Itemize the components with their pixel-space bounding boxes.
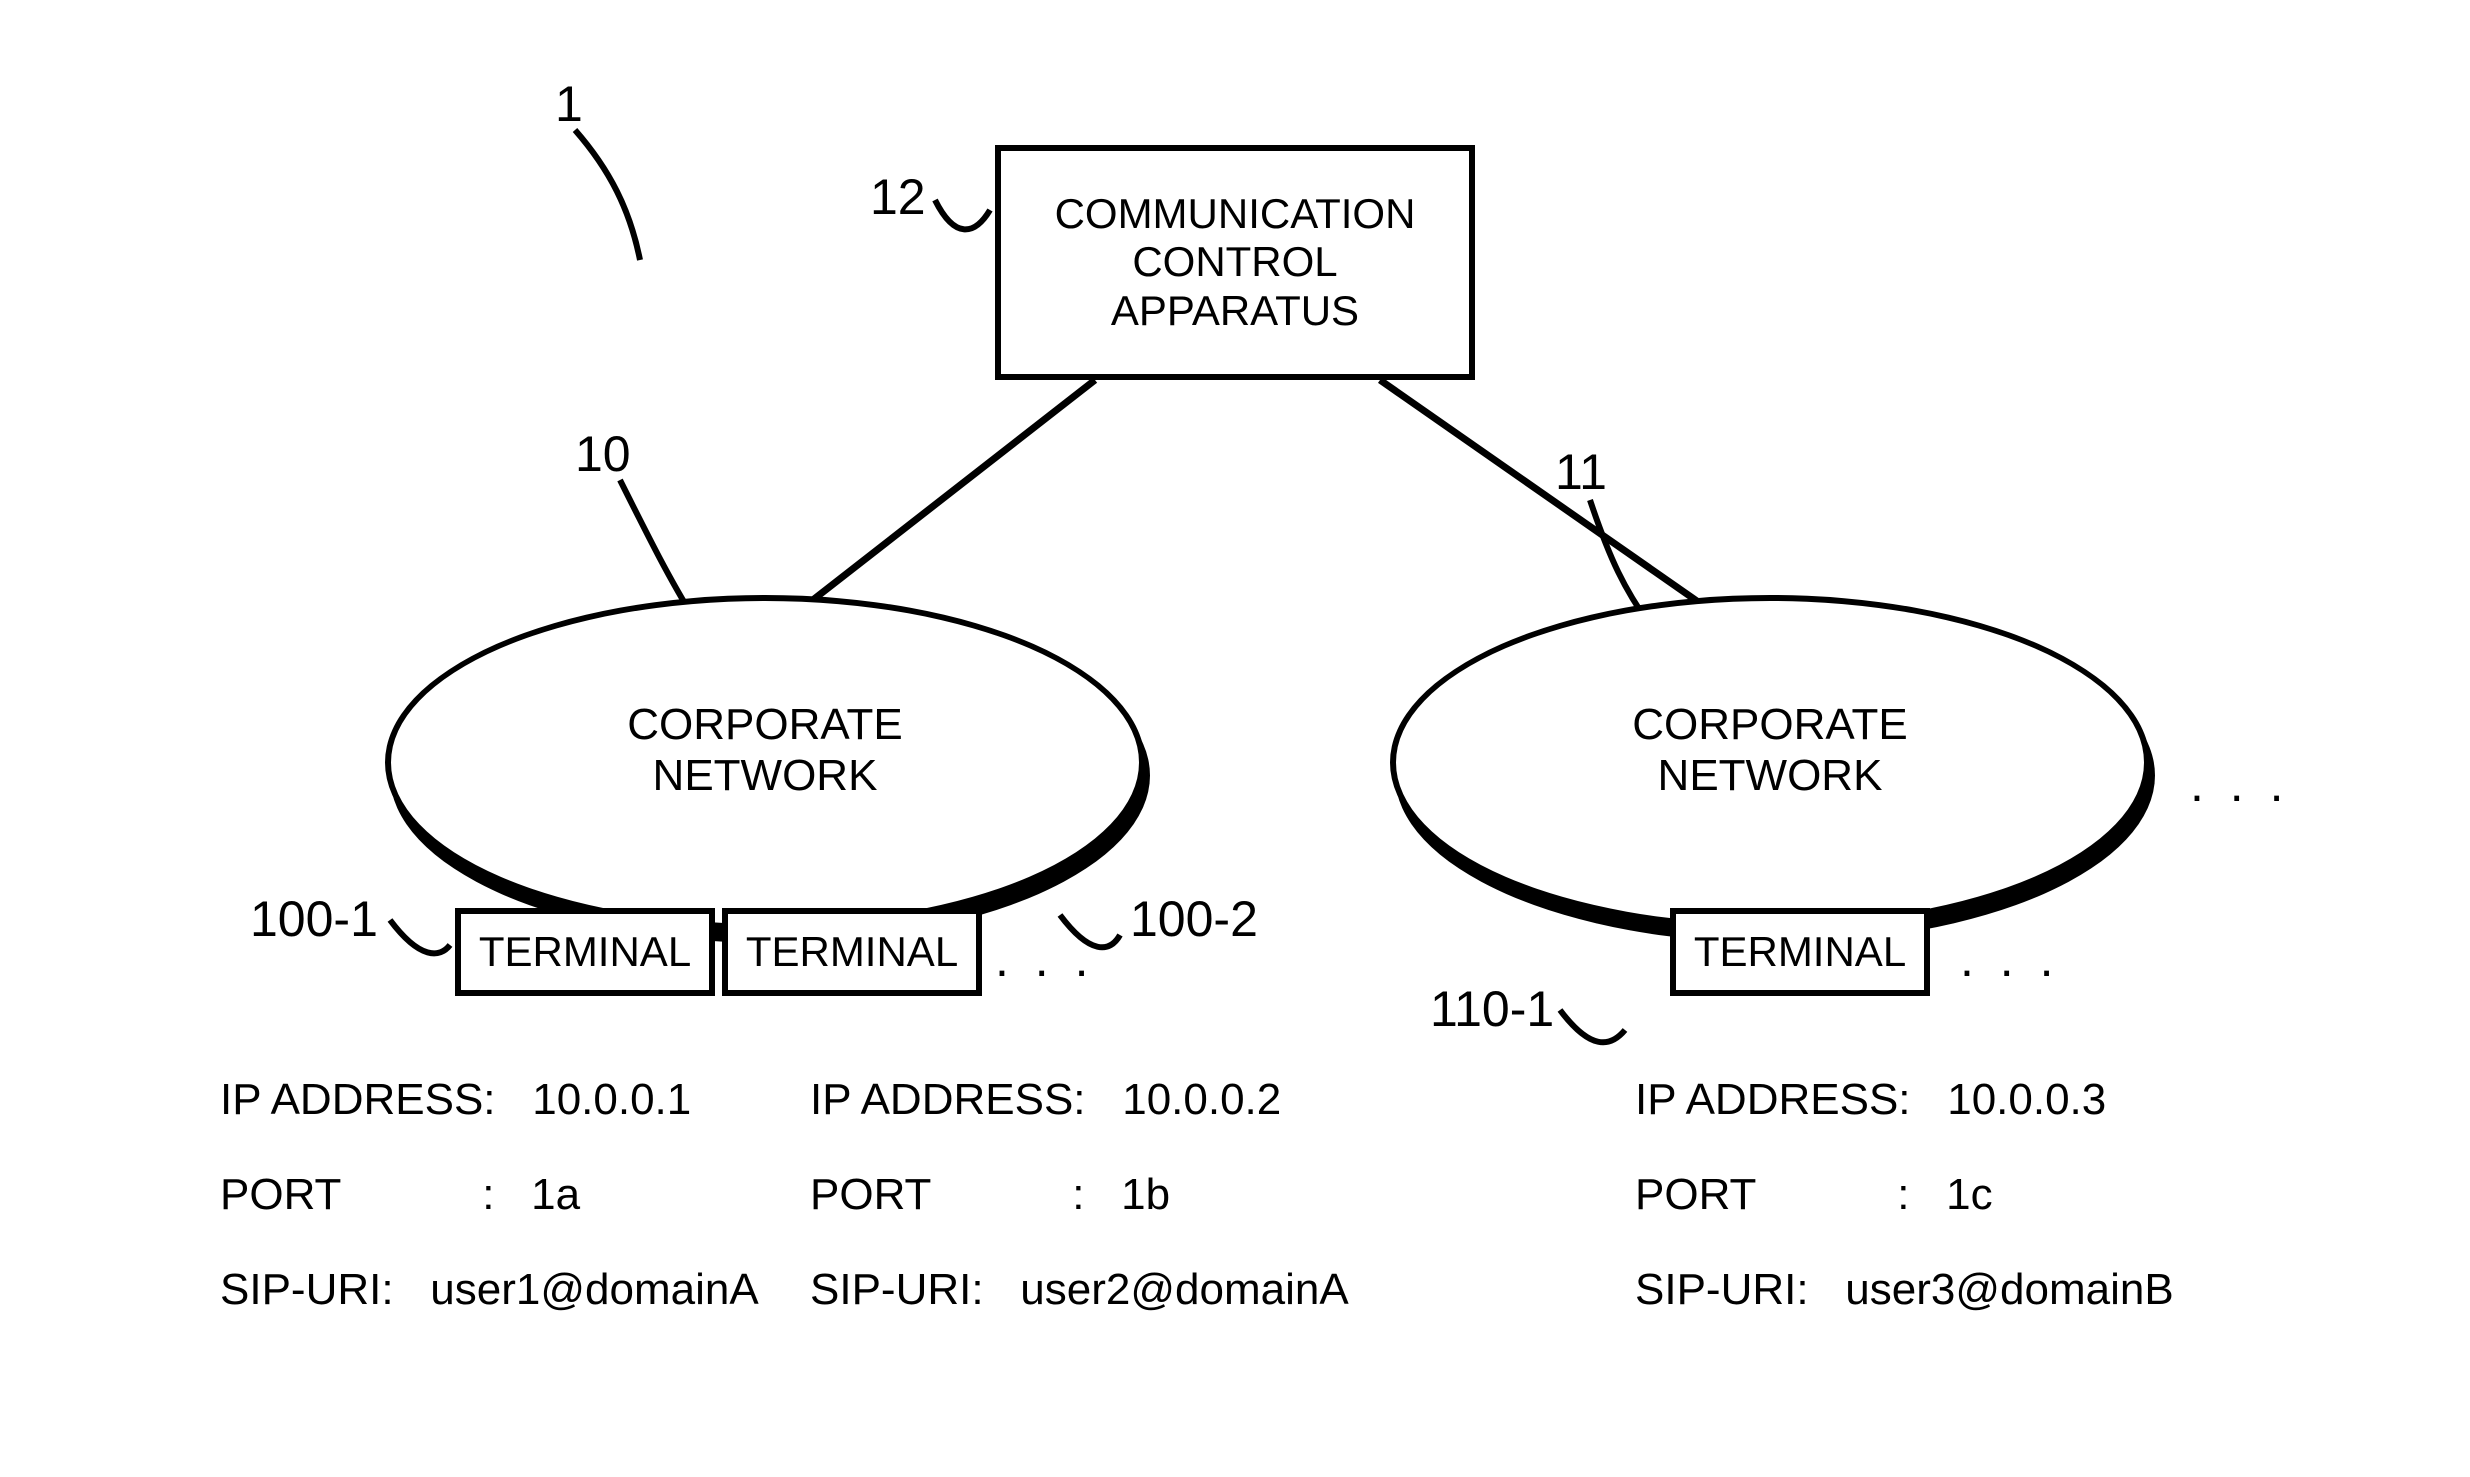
t1-port-value: 1a — [531, 1170, 580, 1219]
network-left-text: CORPORATE NETWORK — [627, 700, 902, 800]
t2-port-colon: : — [1072, 1170, 1084, 1219]
terminal-2-box: TERMINAL — [722, 908, 982, 996]
terminal-right-ellipsis: . . . — [1960, 930, 2059, 988]
network-left-label: CORPORATE NETWORK — [585, 700, 945, 801]
ref-system: 1 — [555, 75, 583, 133]
t1-port-label: PORT — [220, 1170, 470, 1220]
ref-terminal-1: 100-1 — [250, 890, 378, 948]
ref-terminal-2: 100-2 — [1130, 890, 1258, 948]
network-right-ellipsis: . . . — [2190, 755, 2289, 813]
ref-net-left: 10 — [575, 425, 631, 483]
t3-ip-value: 10.0.0.3 — [1947, 1075, 2106, 1124]
controller-box: COMMUNICATION CONTROL APPARATUS — [995, 145, 1475, 380]
t2-port-value: 1b — [1121, 1170, 1170, 1219]
t1-ip-value: 10.0.0.1 — [532, 1075, 691, 1124]
t2-ip-value: 10.0.0.2 — [1122, 1075, 1281, 1124]
t2-ip-label: IP ADDRESS: — [810, 1075, 1086, 1124]
t1-port-colon: : — [482, 1170, 494, 1219]
terminal-2-label: TERMINAL — [746, 928, 958, 976]
t3-ip-label: IP ADDRESS: — [1635, 1075, 1911, 1124]
t2-port-row: PORT : 1b — [810, 1170, 1170, 1220]
t2-port-label: PORT — [810, 1170, 1060, 1220]
t2-sip-value: user2@domainA — [1020, 1265, 1348, 1314]
t1-ip-label: IP ADDRESS: — [220, 1075, 496, 1124]
terminal-3-box: TERMINAL — [1670, 908, 1930, 996]
ref-controller: 12 — [870, 168, 926, 226]
t1-ip-row: IP ADDRESS: 10.0.0.1 — [220, 1075, 691, 1125]
t2-sip-row: SIP-URI: user2@domainA — [810, 1265, 1349, 1315]
diagram-canvas: COMMUNICATION CONTROL APPARATUS CORPORAT… — [0, 0, 2470, 1477]
t3-sip-label: SIP-URI: — [1635, 1265, 1809, 1314]
t1-sip-label: SIP-URI: — [220, 1265, 394, 1314]
network-right-text: CORPORATE NETWORK — [1632, 700, 1907, 800]
terminal-1-label: TERMINAL — [479, 928, 691, 976]
t2-sip-label: SIP-URI: — [810, 1265, 984, 1314]
t1-sip-row: SIP-URI: user1@domainA — [220, 1265, 759, 1315]
t3-sip-row: SIP-URI: user3@domainB — [1635, 1265, 2174, 1315]
t2-ip-row: IP ADDRESS: 10.0.0.2 — [810, 1075, 1281, 1125]
ref-terminal-3: 110-1 — [1430, 980, 1554, 1038]
terminal-3-label: TERMINAL — [1694, 928, 1906, 976]
terminal-1-box: TERMINAL — [455, 908, 715, 996]
t3-ip-row: IP ADDRESS: 10.0.0.3 — [1635, 1075, 2106, 1125]
terminal-left-ellipsis: . . . — [995, 930, 1094, 988]
t1-port-row: PORT : 1a — [220, 1170, 580, 1220]
t1-sip-value: user1@domainA — [430, 1265, 758, 1314]
t3-sip-value: user3@domainB — [1845, 1265, 2173, 1314]
t3-port-colon: : — [1897, 1170, 1909, 1219]
ref-net-right: 11 — [1555, 443, 1607, 501]
t3-port-label: PORT — [1635, 1170, 1885, 1220]
network-right-label: CORPORATE NETWORK — [1590, 700, 1950, 801]
controller-label: COMMUNICATION CONTROL APPARATUS — [1055, 190, 1416, 335]
t3-port-value: 1c — [1946, 1170, 1992, 1219]
t3-port-row: PORT : 1c — [1635, 1170, 1993, 1220]
